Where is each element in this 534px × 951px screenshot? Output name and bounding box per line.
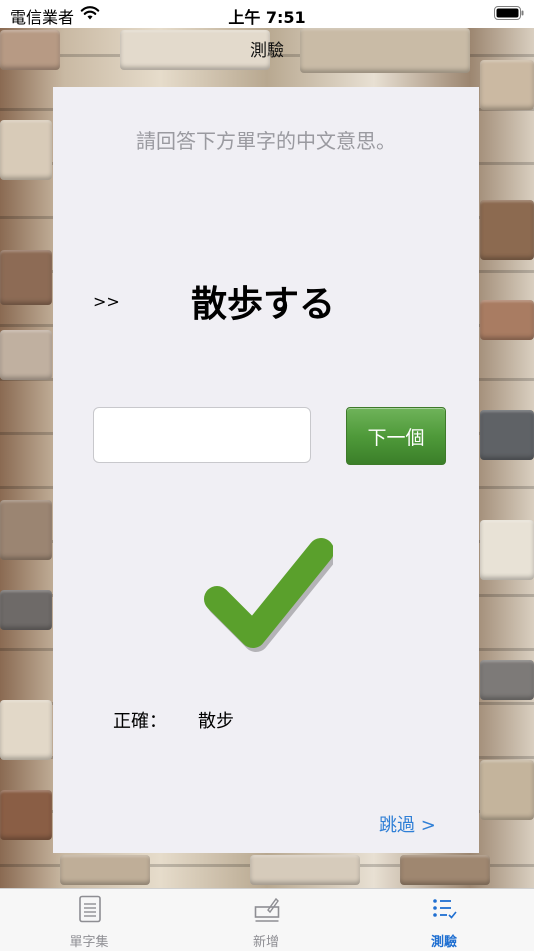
- quiz-word: 散歩する: [190, 284, 335, 325]
- status-bar: 電信業者 上午 7:51: [0, 0, 534, 28]
- tab-bar: 單字集 新增 測驗: [0, 888, 534, 951]
- battery-icon: [494, 6, 524, 20]
- quiz-prompt: 請回答下方單字的中文意思。: [136, 129, 396, 153]
- answer-input[interactable]: [93, 407, 311, 463]
- correct-answer: 散步: [198, 711, 234, 732]
- tab-quiz[interactable]: 測驗: [384, 889, 504, 951]
- document-list-icon: [79, 895, 101, 923]
- correct-label: 正確：: [113, 711, 167, 732]
- page-title: 測驗: [250, 41, 284, 61]
- checkmark-icon: [204, 538, 333, 652]
- skip-link[interactable]: 跳過 >: [379, 811, 436, 837]
- checklist-icon: [433, 899, 457, 919]
- word-pointer: >>: [93, 292, 120, 311]
- tab-add[interactable]: 新增: [206, 889, 326, 951]
- tab-vocabulary[interactable]: 單字集: [29, 889, 149, 951]
- tab-label: 新增: [252, 935, 279, 950]
- add-edit-icon: [254, 897, 280, 922]
- tab-label: 單字集: [69, 935, 109, 950]
- next-button[interactable]: 下一個: [346, 407, 446, 465]
- tab-label: 測驗: [430, 935, 457, 950]
- status-time: 上午 7:51: [228, 8, 306, 27]
- quiz-card: 請回答下方單字的中文意思。 >> 散歩する 下一個 正確： 散步 跳過 >: [53, 87, 479, 853]
